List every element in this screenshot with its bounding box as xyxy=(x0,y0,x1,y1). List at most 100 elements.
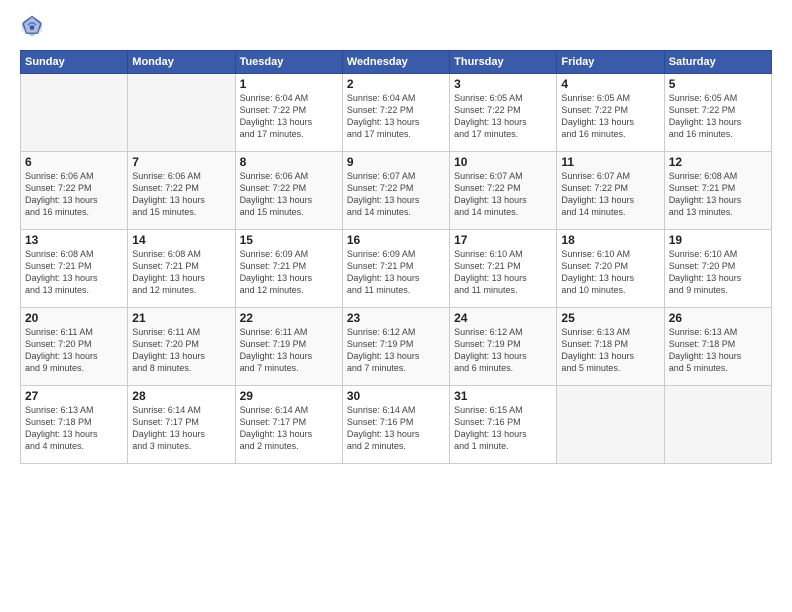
day-info: Sunrise: 6:14 AM Sunset: 7:17 PM Dayligh… xyxy=(132,404,230,453)
day-number: 8 xyxy=(240,155,338,169)
day-info: Sunrise: 6:04 AM Sunset: 7:22 PM Dayligh… xyxy=(240,92,338,141)
day-info: Sunrise: 6:09 AM Sunset: 7:21 PM Dayligh… xyxy=(347,248,445,297)
calendar-cell: 15Sunrise: 6:09 AM Sunset: 7:21 PM Dayli… xyxy=(235,230,342,308)
day-info: Sunrise: 6:11 AM Sunset: 7:20 PM Dayligh… xyxy=(25,326,123,375)
day-number: 6 xyxy=(25,155,123,169)
calendar-cell: 17Sunrise: 6:10 AM Sunset: 7:21 PM Dayli… xyxy=(450,230,557,308)
day-info: Sunrise: 6:12 AM Sunset: 7:19 PM Dayligh… xyxy=(454,326,552,375)
calendar-cell: 16Sunrise: 6:09 AM Sunset: 7:21 PM Dayli… xyxy=(342,230,449,308)
calendar-cell: 12Sunrise: 6:08 AM Sunset: 7:21 PM Dayli… xyxy=(664,152,771,230)
calendar-cell: 8Sunrise: 6:06 AM Sunset: 7:22 PM Daylig… xyxy=(235,152,342,230)
weekday-header-row: SundayMondayTuesdayWednesdayThursdayFrid… xyxy=(21,51,772,74)
weekday-header-friday: Friday xyxy=(557,51,664,74)
weekday-header-sunday: Sunday xyxy=(21,51,128,74)
day-number: 10 xyxy=(454,155,552,169)
calendar-cell: 29Sunrise: 6:14 AM Sunset: 7:17 PM Dayli… xyxy=(235,386,342,464)
calendar-cell: 5Sunrise: 6:05 AM Sunset: 7:22 PM Daylig… xyxy=(664,74,771,152)
day-info: Sunrise: 6:13 AM Sunset: 7:18 PM Dayligh… xyxy=(25,404,123,453)
day-info: Sunrise: 6:14 AM Sunset: 7:17 PM Dayligh… xyxy=(240,404,338,453)
calendar-cell: 11Sunrise: 6:07 AM Sunset: 7:22 PM Dayli… xyxy=(557,152,664,230)
day-info: Sunrise: 6:08 AM Sunset: 7:21 PM Dayligh… xyxy=(25,248,123,297)
day-number: 31 xyxy=(454,389,552,403)
day-info: Sunrise: 6:11 AM Sunset: 7:19 PM Dayligh… xyxy=(240,326,338,375)
calendar-cell xyxy=(21,74,128,152)
calendar-week-row: 6Sunrise: 6:06 AM Sunset: 7:22 PM Daylig… xyxy=(21,152,772,230)
day-number: 3 xyxy=(454,77,552,91)
day-info: Sunrise: 6:04 AM Sunset: 7:22 PM Dayligh… xyxy=(347,92,445,141)
logo xyxy=(20,16,48,40)
calendar-cell: 14Sunrise: 6:08 AM Sunset: 7:21 PM Dayli… xyxy=(128,230,235,308)
day-info: Sunrise: 6:10 AM Sunset: 7:20 PM Dayligh… xyxy=(561,248,659,297)
calendar-cell: 27Sunrise: 6:13 AM Sunset: 7:18 PM Dayli… xyxy=(21,386,128,464)
calendar-cell xyxy=(128,74,235,152)
day-number: 2 xyxy=(347,77,445,91)
day-info: Sunrise: 6:15 AM Sunset: 7:16 PM Dayligh… xyxy=(454,404,552,453)
day-number: 27 xyxy=(25,389,123,403)
day-number: 19 xyxy=(669,233,767,247)
calendar-cell: 7Sunrise: 6:06 AM Sunset: 7:22 PM Daylig… xyxy=(128,152,235,230)
day-number: 7 xyxy=(132,155,230,169)
calendar-week-row: 13Sunrise: 6:08 AM Sunset: 7:21 PM Dayli… xyxy=(21,230,772,308)
weekday-header-thursday: Thursday xyxy=(450,51,557,74)
calendar-week-row: 27Sunrise: 6:13 AM Sunset: 7:18 PM Dayli… xyxy=(21,386,772,464)
day-number: 26 xyxy=(669,311,767,325)
weekday-header-wednesday: Wednesday xyxy=(342,51,449,74)
day-info: Sunrise: 6:08 AM Sunset: 7:21 PM Dayligh… xyxy=(669,170,767,219)
day-number: 22 xyxy=(240,311,338,325)
weekday-header-tuesday: Tuesday xyxy=(235,51,342,74)
day-number: 4 xyxy=(561,77,659,91)
calendar-cell: 4Sunrise: 6:05 AM Sunset: 7:22 PM Daylig… xyxy=(557,74,664,152)
day-info: Sunrise: 6:06 AM Sunset: 7:22 PM Dayligh… xyxy=(132,170,230,219)
calendar-cell: 26Sunrise: 6:13 AM Sunset: 7:18 PM Dayli… xyxy=(664,308,771,386)
calendar-cell: 3Sunrise: 6:05 AM Sunset: 7:22 PM Daylig… xyxy=(450,74,557,152)
calendar-cell: 10Sunrise: 6:07 AM Sunset: 7:22 PM Dayli… xyxy=(450,152,557,230)
weekday-header-monday: Monday xyxy=(128,51,235,74)
day-number: 18 xyxy=(561,233,659,247)
day-info: Sunrise: 6:05 AM Sunset: 7:22 PM Dayligh… xyxy=(454,92,552,141)
day-number: 17 xyxy=(454,233,552,247)
calendar: SundayMondayTuesdayWednesdayThursdayFrid… xyxy=(20,50,772,464)
day-number: 28 xyxy=(132,389,230,403)
calendar-cell: 31Sunrise: 6:15 AM Sunset: 7:16 PM Dayli… xyxy=(450,386,557,464)
day-info: Sunrise: 6:12 AM Sunset: 7:19 PM Dayligh… xyxy=(347,326,445,375)
calendar-cell: 21Sunrise: 6:11 AM Sunset: 7:20 PM Dayli… xyxy=(128,308,235,386)
day-info: Sunrise: 6:13 AM Sunset: 7:18 PM Dayligh… xyxy=(561,326,659,375)
day-number: 21 xyxy=(132,311,230,325)
day-info: Sunrise: 6:10 AM Sunset: 7:20 PM Dayligh… xyxy=(669,248,767,297)
calendar-cell: 24Sunrise: 6:12 AM Sunset: 7:19 PM Dayli… xyxy=(450,308,557,386)
calendar-cell: 28Sunrise: 6:14 AM Sunset: 7:17 PM Dayli… xyxy=(128,386,235,464)
day-info: Sunrise: 6:11 AM Sunset: 7:20 PM Dayligh… xyxy=(132,326,230,375)
day-number: 9 xyxy=(347,155,445,169)
page: SundayMondayTuesdayWednesdayThursdayFrid… xyxy=(0,0,792,612)
day-number: 13 xyxy=(25,233,123,247)
calendar-cell: 1Sunrise: 6:04 AM Sunset: 7:22 PM Daylig… xyxy=(235,74,342,152)
day-number: 15 xyxy=(240,233,338,247)
day-info: Sunrise: 6:14 AM Sunset: 7:16 PM Dayligh… xyxy=(347,404,445,453)
calendar-cell: 13Sunrise: 6:08 AM Sunset: 7:21 PM Dayli… xyxy=(21,230,128,308)
calendar-cell: 30Sunrise: 6:14 AM Sunset: 7:16 PM Dayli… xyxy=(342,386,449,464)
day-info: Sunrise: 6:07 AM Sunset: 7:22 PM Dayligh… xyxy=(561,170,659,219)
calendar-week-row: 20Sunrise: 6:11 AM Sunset: 7:20 PM Dayli… xyxy=(21,308,772,386)
day-number: 30 xyxy=(347,389,445,403)
calendar-cell: 20Sunrise: 6:11 AM Sunset: 7:20 PM Dayli… xyxy=(21,308,128,386)
day-info: Sunrise: 6:13 AM Sunset: 7:18 PM Dayligh… xyxy=(669,326,767,375)
day-info: Sunrise: 6:07 AM Sunset: 7:22 PM Dayligh… xyxy=(454,170,552,219)
day-number: 16 xyxy=(347,233,445,247)
weekday-header-saturday: Saturday xyxy=(664,51,771,74)
calendar-cell: 2Sunrise: 6:04 AM Sunset: 7:22 PM Daylig… xyxy=(342,74,449,152)
day-number: 11 xyxy=(561,155,659,169)
day-info: Sunrise: 6:06 AM Sunset: 7:22 PM Dayligh… xyxy=(240,170,338,219)
day-number: 1 xyxy=(240,77,338,91)
calendar-cell: 23Sunrise: 6:12 AM Sunset: 7:19 PM Dayli… xyxy=(342,308,449,386)
day-number: 23 xyxy=(347,311,445,325)
day-number: 24 xyxy=(454,311,552,325)
day-number: 29 xyxy=(240,389,338,403)
day-info: Sunrise: 6:08 AM Sunset: 7:21 PM Dayligh… xyxy=(132,248,230,297)
day-info: Sunrise: 6:05 AM Sunset: 7:22 PM Dayligh… xyxy=(561,92,659,141)
day-info: Sunrise: 6:07 AM Sunset: 7:22 PM Dayligh… xyxy=(347,170,445,219)
day-info: Sunrise: 6:06 AM Sunset: 7:22 PM Dayligh… xyxy=(25,170,123,219)
day-info: Sunrise: 6:09 AM Sunset: 7:21 PM Dayligh… xyxy=(240,248,338,297)
day-info: Sunrise: 6:10 AM Sunset: 7:21 PM Dayligh… xyxy=(454,248,552,297)
calendar-cell xyxy=(557,386,664,464)
calendar-cell xyxy=(664,386,771,464)
